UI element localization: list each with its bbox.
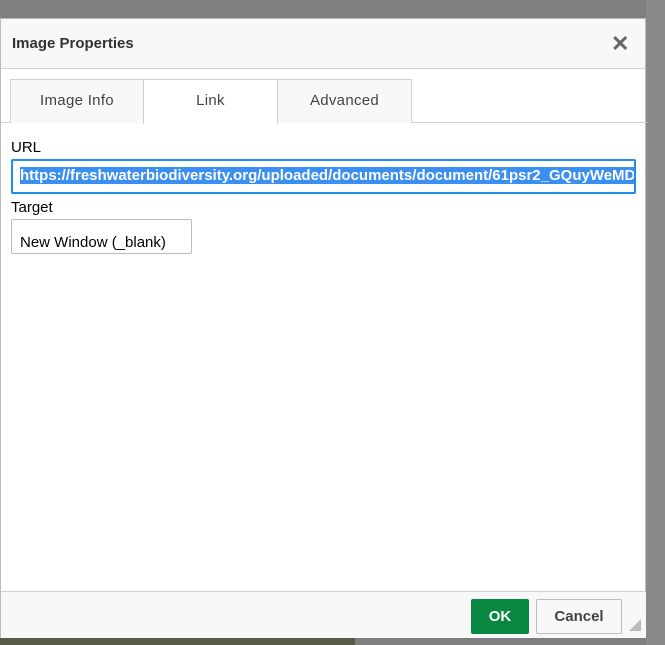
resize-grip-icon[interactable] bbox=[629, 619, 641, 631]
ok-button[interactable]: OK bbox=[471, 599, 529, 634]
dialog-header: Image Properties ✕ bbox=[1, 19, 645, 69]
tab-link[interactable]: Link bbox=[143, 79, 278, 124]
url-label: URL bbox=[11, 139, 42, 156]
image-properties-dialog: Image Properties ✕ Image Info Link Advan… bbox=[0, 18, 647, 638]
cancel-button[interactable]: Cancel bbox=[536, 599, 622, 634]
target-label: Target bbox=[11, 199, 53, 216]
close-icon[interactable]: ✕ bbox=[611, 31, 629, 57]
tab-image-info[interactable]: Image Info bbox=[10, 79, 144, 123]
url-value: https://freshwaterbiodiversity.org/uploa… bbox=[20, 167, 634, 184]
url-input[interactable]: https://freshwaterbiodiversity.org/uploa… bbox=[11, 159, 636, 194]
tab-advanced[interactable]: Advanced bbox=[277, 79, 412, 123]
dialog-footer: OK Cancel bbox=[1, 591, 646, 638]
tab-bar: Image Info Link Advanced bbox=[1, 79, 647, 124]
background-image bbox=[0, 638, 355, 645]
target-select[interactable]: New Window (_blank) bbox=[11, 219, 192, 254]
background-page bbox=[646, 0, 665, 645]
dialog-title: Image Properties bbox=[12, 35, 134, 52]
